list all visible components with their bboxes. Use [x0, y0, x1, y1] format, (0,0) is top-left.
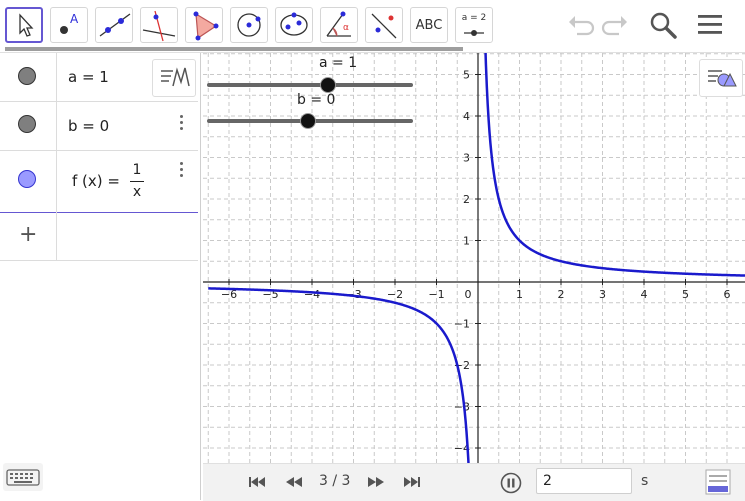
axes	[203, 53, 745, 463]
toolbar-scroll-indicator	[5, 47, 463, 51]
algebra-input-row[interactable]: +	[0, 212, 198, 261]
slideshow-player: 3 / 3 2 s	[203, 463, 745, 501]
angle-tool-label: α	[343, 23, 349, 33]
perpendicular-line-icon	[142, 10, 176, 42]
line-tool[interactable]	[95, 7, 133, 43]
algebra-view: a = 1 b = 0 f (x) = 1 x +	[0, 53, 201, 500]
keyboard-button[interactable]	[3, 463, 43, 491]
more-options-icon[interactable]	[180, 162, 184, 180]
visibility-marker-a[interactable]	[18, 67, 36, 85]
algebra-row-f[interactable]: f (x) = 1 x	[0, 150, 198, 213]
x-tick-label: 4	[641, 288, 648, 301]
redo-icon[interactable]	[601, 10, 631, 40]
fast-forward-icon[interactable]	[367, 475, 385, 489]
speed-input-value: 2	[543, 473, 552, 489]
x-tick-label: −1	[428, 288, 444, 301]
cursor-arrow-icon	[19, 13, 34, 37]
algebra-style-button[interactable]	[152, 59, 196, 97]
x-tick-label: −2	[387, 288, 403, 301]
skip-first-icon[interactable]	[248, 475, 266, 489]
add-item-icon[interactable]: +	[19, 222, 37, 247]
fraction-numerator: 1	[132, 162, 142, 178]
graphics-canvas[interactable]: −6 −5 −4 −3 −2 −1 0 1 2 3 4 5 654321−1−2−3−4	[203, 53, 745, 463]
circle-tool[interactable]	[230, 7, 268, 43]
algebra-entry-a[interactable]: a = 1	[68, 68, 109, 86]
toolbar: A α ABC a = 2	[0, 0, 745, 53]
search-icon[interactable]	[648, 10, 678, 40]
polygon-icon	[193, 11, 219, 41]
y-tick-label: 2	[463, 193, 470, 206]
angle-tool[interactable]: α	[320, 7, 358, 43]
slider-a-track[interactable]	[207, 83, 413, 87]
reflect-tool[interactable]	[365, 7, 403, 43]
graphics-style-button[interactable]	[699, 59, 743, 97]
visibility-marker-b[interactable]	[18, 115, 36, 133]
x-tick-label: 1	[516, 288, 523, 301]
hamburger-menu-icon[interactable]	[695, 10, 725, 40]
more-options-icon[interactable]	[180, 115, 184, 133]
point-icon: A	[60, 12, 79, 34]
point-tool[interactable]: A	[50, 7, 88, 43]
fraction-bar	[130, 181, 144, 182]
speed-unit: s	[641, 473, 649, 489]
slider-b-label: b = 0	[297, 92, 336, 108]
polygon-tool[interactable]	[185, 7, 223, 43]
y-tick-label: 3	[463, 152, 470, 165]
y-tick-label: −3	[454, 401, 470, 414]
angle-icon: α	[326, 11, 351, 37]
x-tick-label: 2	[558, 288, 565, 301]
pause-icon[interactable]	[500, 472, 522, 494]
slider-a-handle[interactable]	[320, 77, 336, 93]
x-tick-label: 5	[682, 288, 689, 301]
y-tick-label: 5	[463, 69, 470, 82]
undo-icon[interactable]	[565, 10, 595, 40]
text-icon: ABC	[415, 17, 443, 33]
y-tick-label: −1	[454, 318, 470, 331]
circle-center-icon	[237, 13, 261, 37]
slide-counter: 3 / 3	[319, 473, 351, 489]
algebra-entry-f-lhs[interactable]: f (x) =	[72, 172, 120, 190]
text-tool[interactable]: ABC	[410, 7, 448, 43]
fraction-denominator: x	[132, 184, 142, 200]
slider-tool[interactable]: a = 2	[455, 7, 493, 43]
point-tool-label: A	[70, 12, 79, 26]
algebra-style-icon	[161, 67, 190, 87]
speed-input[interactable]: 2	[536, 468, 632, 494]
x-tick-label: 0	[465, 288, 472, 301]
skip-last-icon[interactable]	[403, 475, 421, 489]
graphics-view[interactable]: −6 −5 −4 −3 −2 −1 0 1 2 3 4 5 6 5 4 3 2 1 −1 −2 −3 −4 a = 1 b…	[203, 53, 745, 463]
graphics-style-icon	[708, 70, 737, 87]
slider-a-label: a = 1	[319, 55, 358, 71]
x-tick-label: −4	[304, 288, 320, 301]
properties-table-icon[interactable]	[705, 469, 731, 495]
rewind-icon[interactable]	[285, 475, 303, 489]
grid-lines	[203, 53, 745, 463]
slider-b-handle[interactable]	[300, 113, 316, 129]
slider-icon	[464, 30, 484, 36]
perpendicular-tool[interactable]	[140, 7, 178, 43]
line-icon	[99, 13, 131, 37]
ellipse-icon	[280, 12, 308, 36]
move-tool[interactable]	[5, 7, 43, 43]
keyboard-icon	[6, 469, 40, 486]
x-tick-label: 3	[599, 288, 606, 301]
visibility-marker-f[interactable]	[18, 170, 36, 188]
x-tick-label: 6	[724, 288, 731, 301]
y-tick-label: 1	[463, 235, 470, 248]
algebra-entry-b[interactable]: b = 0	[68, 117, 109, 135]
y-tick-label: 4	[463, 110, 470, 123]
conic-tool[interactable]	[275, 7, 313, 43]
algebra-row-b[interactable]: b = 0	[0, 101, 198, 151]
reflect-icon	[371, 13, 397, 39]
